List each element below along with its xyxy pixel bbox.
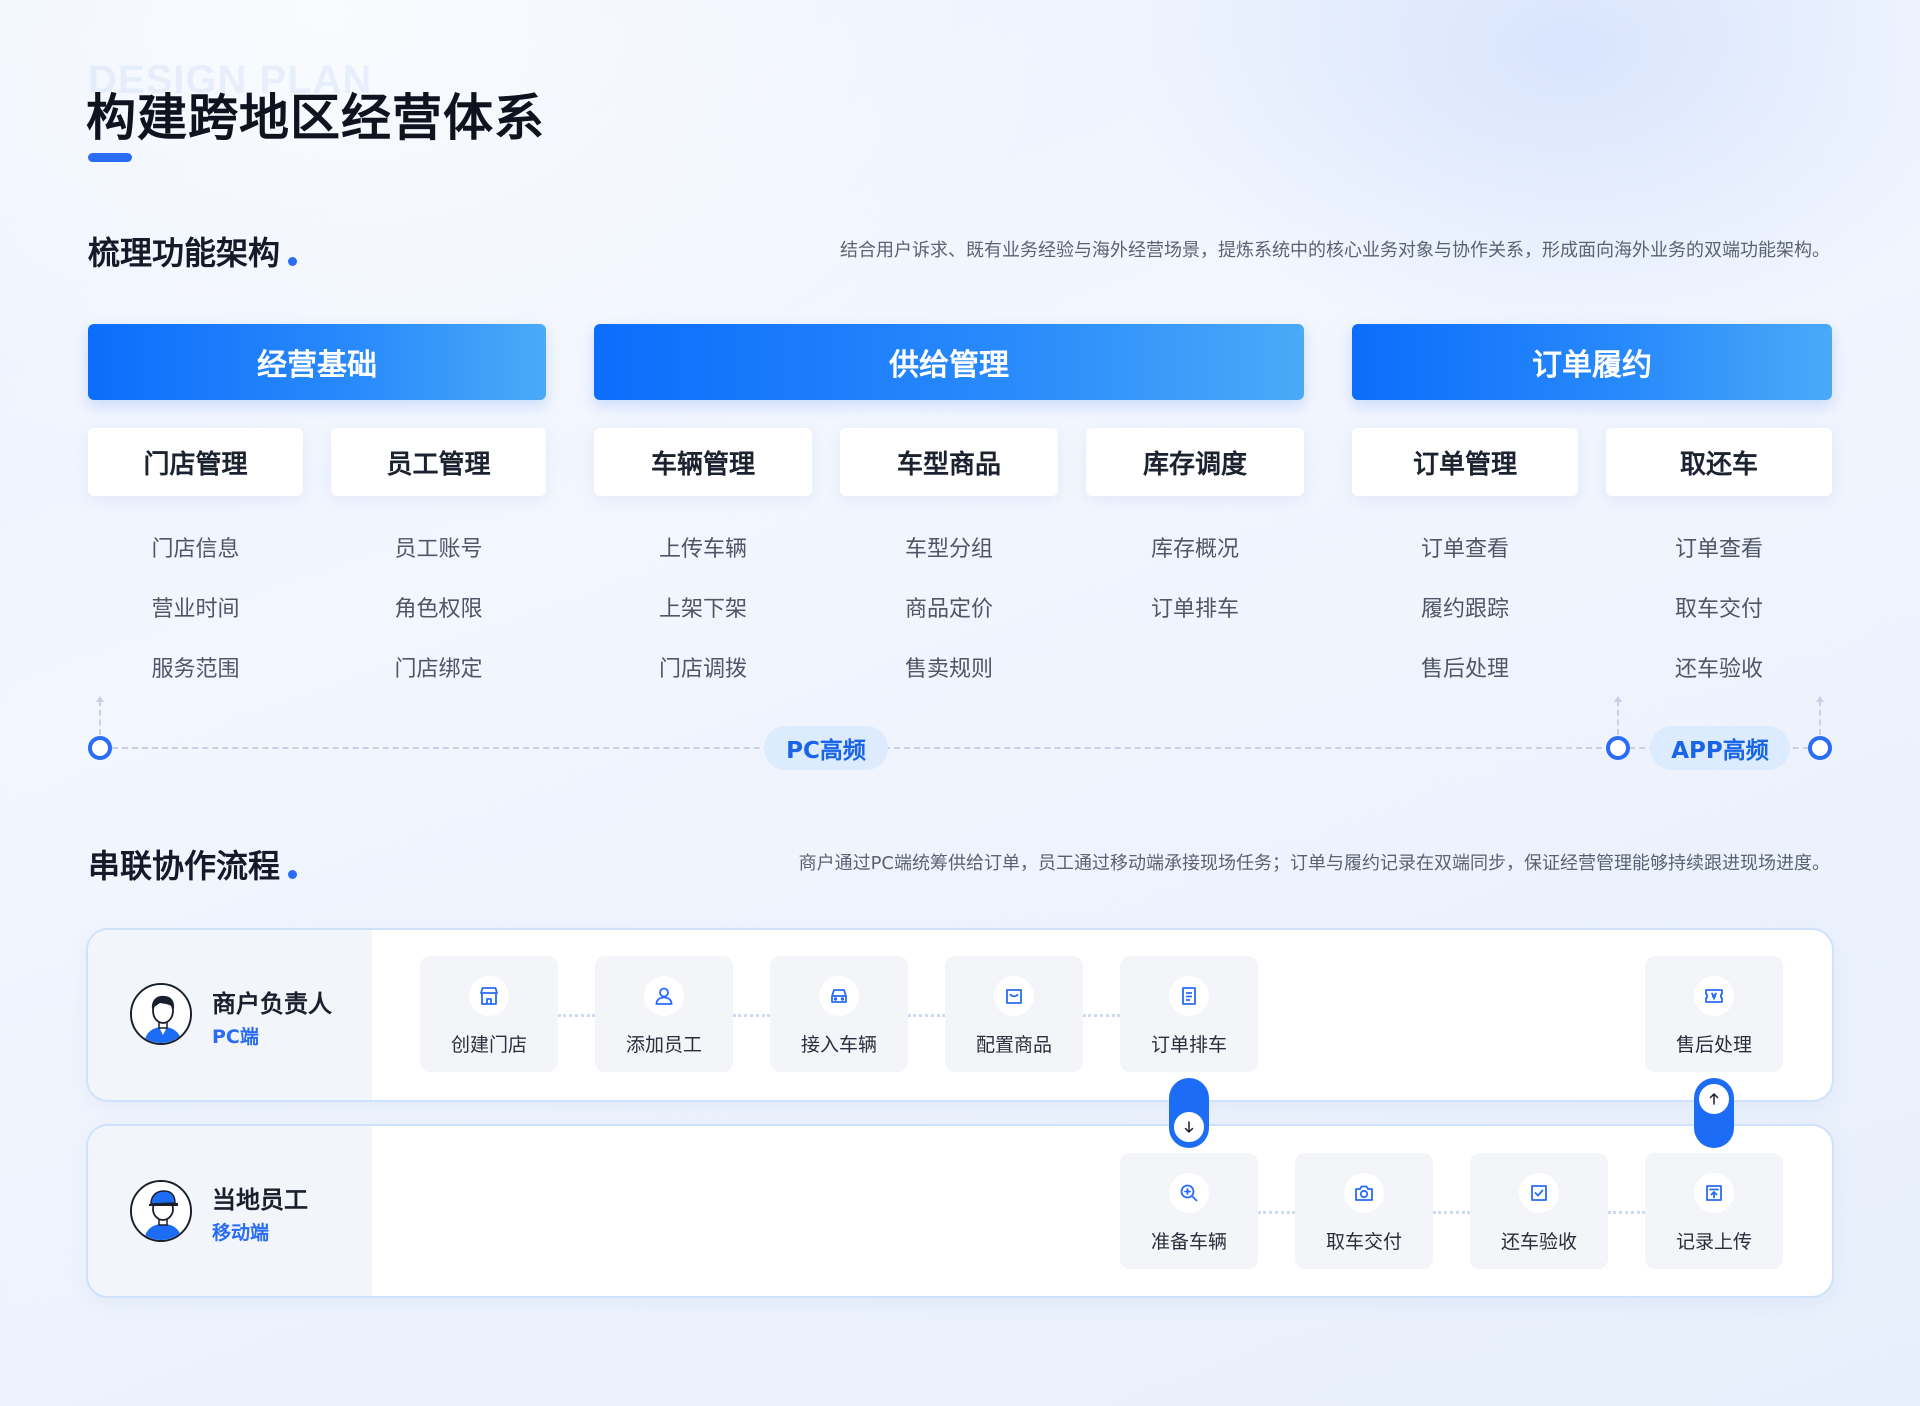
feature-item: 订单排车 xyxy=(1150,597,1239,622)
step-connector xyxy=(1083,1014,1120,1017)
step-label: 配置商品 xyxy=(975,1034,1052,1056)
bag-icon xyxy=(994,976,1034,1016)
step-connector xyxy=(558,1014,595,1017)
step-label: 售后处理 xyxy=(1675,1034,1752,1056)
feature-item: 服务范围 xyxy=(151,657,240,682)
module-store-management: 门店管理 xyxy=(88,428,303,496)
arrow-down-icon xyxy=(1172,1110,1206,1144)
app-frequency-badge: APP高频 xyxy=(1650,726,1790,770)
merchant-role-name: 商户负责人 xyxy=(212,990,332,1018)
step-record-upload[interactable]: 记录上传 xyxy=(1645,1153,1783,1269)
camera-icon xyxy=(1344,1173,1384,1213)
car-icon xyxy=(819,976,859,1016)
step-connector xyxy=(1608,1211,1645,1214)
arrow-up-icon xyxy=(1614,696,1622,702)
step-order-dispatch[interactable]: 订单排车 xyxy=(1120,956,1258,1072)
timeline-connector xyxy=(1819,700,1821,735)
feature-item: 库存概况 xyxy=(1150,537,1239,562)
step-pickup-delivery[interactable]: 取车交付 xyxy=(1295,1153,1433,1269)
pc-frequency-badge: PC高频 xyxy=(764,726,888,770)
page-title: 构建跨地区经营体系 xyxy=(86,89,545,147)
feature-item: 门店调拨 xyxy=(658,657,747,682)
module-inventory: 库存调度 xyxy=(1086,428,1304,496)
architecture-title-text: 梳理功能架构 xyxy=(88,234,281,272)
step-add-vehicle[interactable]: 接入车辆 xyxy=(770,956,908,1072)
checkbox-icon xyxy=(1519,1173,1559,1213)
upload-icon xyxy=(1694,1173,1734,1213)
feature-item: 员工账号 xyxy=(394,537,483,562)
merchant-platform: PC端 xyxy=(212,1026,259,1048)
timeline-node xyxy=(88,736,112,760)
flow-section-title: 串联协作流程 xyxy=(88,841,298,887)
title-accent-bar xyxy=(88,153,132,162)
architecture-section-title: 梳理功能架构 xyxy=(88,228,298,274)
module-vehicle-management: 车辆管理 xyxy=(594,428,812,496)
flow-title-text: 串联协作流程 xyxy=(88,847,281,885)
architecture-description: 结合用户诉求、既有业务经验与海外经营场景，提炼系统中的核心业务对象与协作关系，形… xyxy=(840,240,1830,261)
step-connector xyxy=(733,1014,770,1017)
module-staff-management: 员工管理 xyxy=(331,428,546,496)
step-label: 添加员工 xyxy=(625,1034,702,1056)
document-icon xyxy=(1169,976,1209,1016)
step-label: 订单排车 xyxy=(1150,1034,1227,1056)
section-dot xyxy=(288,257,298,266)
timeline-node xyxy=(1808,736,1832,760)
feature-item: 上传车辆 xyxy=(658,537,747,562)
step-after-sales[interactable]: 售后处理 xyxy=(1645,956,1783,1072)
step-connector xyxy=(1258,1211,1295,1214)
category-header-operations: 经营基础 xyxy=(88,324,546,400)
feature-item: 还车验收 xyxy=(1674,657,1763,682)
arrow-up-icon xyxy=(1816,696,1824,702)
step-label: 接入车辆 xyxy=(800,1034,877,1056)
staff-role-name: 当地员工 xyxy=(212,1186,308,1214)
arrow-up-icon xyxy=(1697,1082,1731,1116)
feature-item: 履约跟踪 xyxy=(1420,597,1509,622)
step-label: 记录上传 xyxy=(1675,1231,1752,1253)
feature-item: 门店绑定 xyxy=(394,657,483,682)
feature-item: 商品定价 xyxy=(904,597,993,622)
timeline-node xyxy=(1606,736,1630,760)
step-return-inspection[interactable]: 还车验收 xyxy=(1470,1153,1608,1269)
category-header-supply: 供给管理 xyxy=(594,324,1304,400)
step-create-store[interactable]: 创建门店 xyxy=(420,956,558,1072)
merchant-avatar xyxy=(130,983,192,1045)
feature-item: 营业时间 xyxy=(151,597,240,622)
step-add-staff[interactable]: 添加员工 xyxy=(595,956,733,1072)
feature-item: 售后处理 xyxy=(1420,657,1509,682)
feature-item: 订单查看 xyxy=(1674,537,1763,562)
flow-description: 商户通过PC端统筹供给订单，员工通过移动端承接现场任务；订单与履约记录在双端同步… xyxy=(798,853,1830,874)
step-prepare-vehicle[interactable]: 准备车辆 xyxy=(1120,1153,1258,1269)
module-order-management: 订单管理 xyxy=(1352,428,1578,496)
user-icon xyxy=(644,976,684,1016)
step-connector xyxy=(1433,1211,1470,1214)
section-dot xyxy=(288,870,298,879)
store-icon xyxy=(469,976,509,1016)
ticket-icon xyxy=(1694,976,1734,1016)
module-vehicle-models: 车型商品 xyxy=(840,428,1058,496)
step-label: 取车交付 xyxy=(1325,1231,1402,1253)
step-label: 还车验收 xyxy=(1500,1231,1577,1253)
module-pickup-return: 取还车 xyxy=(1606,428,1832,496)
step-label: 准备车辆 xyxy=(1150,1231,1227,1253)
step-label: 创建门店 xyxy=(450,1034,527,1056)
staff-avatar xyxy=(130,1180,192,1242)
timeline-connector xyxy=(1617,700,1619,735)
feature-item: 车型分组 xyxy=(904,537,993,562)
feature-item: 上架下架 xyxy=(658,597,747,622)
timeline-connector xyxy=(99,700,101,735)
step-connector xyxy=(908,1014,945,1017)
staff-platform: 移动端 xyxy=(212,1222,270,1244)
step-configure-product[interactable]: 配置商品 xyxy=(945,956,1083,1072)
arrow-up-icon xyxy=(96,696,104,702)
feature-item: 角色权限 xyxy=(394,597,483,622)
feature-item: 售卖规则 xyxy=(904,657,993,682)
feature-item: 取车交付 xyxy=(1674,597,1763,622)
feature-item: 订单查看 xyxy=(1420,537,1509,562)
zoom-in-icon xyxy=(1169,1173,1209,1213)
category-header-fulfillment: 订单履约 xyxy=(1352,324,1832,400)
feature-item: 门店信息 xyxy=(151,537,240,562)
